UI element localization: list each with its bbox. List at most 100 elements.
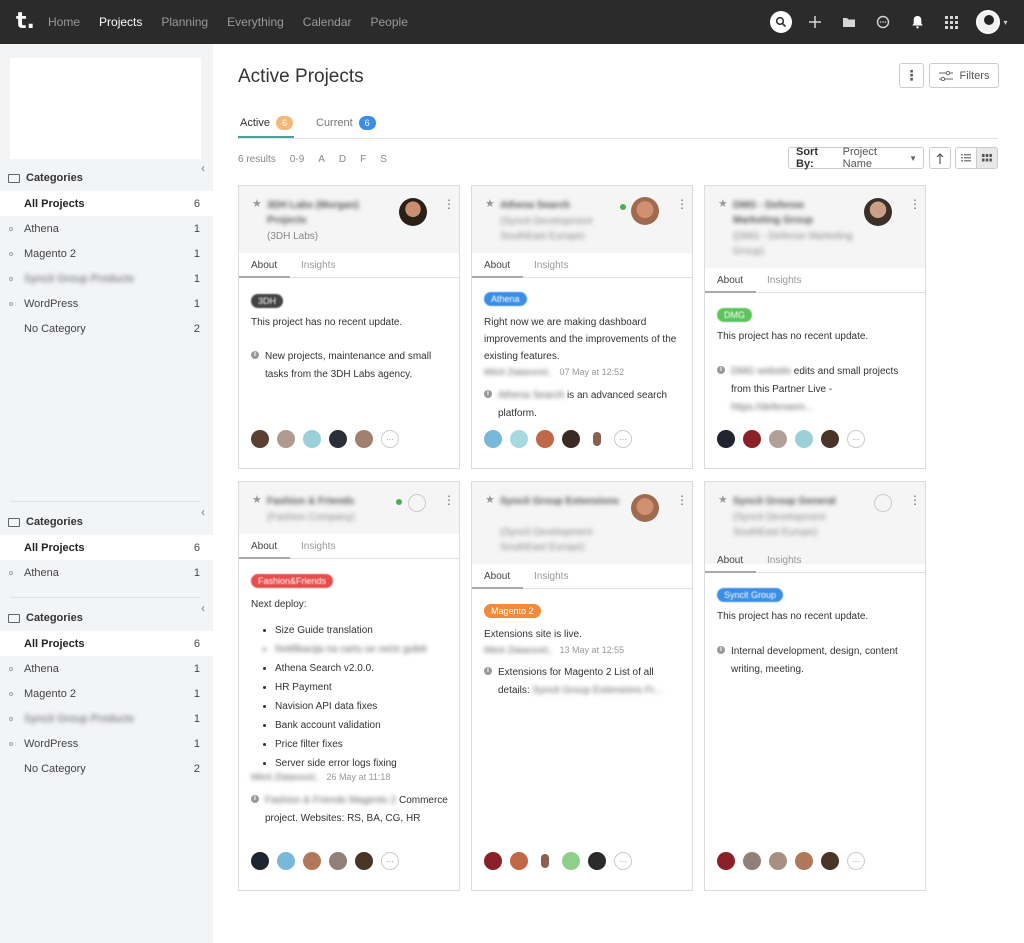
category-wordpress[interactable]: WordPress 1 bbox=[0, 291, 213, 316]
category-all-projects[interactable]: All Projects 6 bbox=[0, 535, 213, 560]
category-syncit-group-products[interactable]: Syncit Group Products 1 bbox=[0, 266, 213, 291]
project-card-athena-search[interactable]: ★ Athena Search (Syncit Development Sout… bbox=[471, 185, 693, 469]
plus-icon[interactable] bbox=[804, 11, 826, 33]
card-tab-insights[interactable]: Insights bbox=[534, 260, 568, 271]
card-tab-about[interactable]: About bbox=[251, 260, 277, 271]
member-avatar[interactable] bbox=[562, 430, 580, 448]
category-athena[interactable]: Athena 1 bbox=[0, 656, 213, 681]
category-athena[interactable]: Athena 1 bbox=[0, 216, 213, 241]
member-avatar[interactable] bbox=[769, 852, 787, 870]
owner-avatar[interactable] bbox=[631, 197, 659, 225]
user-menu[interactable]: ▾ bbox=[974, 10, 1010, 34]
folder-icon[interactable] bbox=[838, 11, 860, 33]
category-all-projects[interactable]: All Projects 6 bbox=[0, 191, 213, 216]
member-avatar[interactable] bbox=[717, 430, 735, 448]
project-card-fashion-friends[interactable]: ★ Fashion & Friends (Fashion Company) ⋮ … bbox=[238, 481, 460, 891]
member-avatar[interactable] bbox=[510, 430, 528, 448]
nav-people[interactable]: People bbox=[371, 15, 408, 29]
collapse-chevron-icon[interactable]: ‹ bbox=[201, 601, 205, 615]
category-magento-2[interactable]: Magento 2 1 bbox=[0, 681, 213, 706]
member-avatar[interactable] bbox=[510, 852, 528, 870]
card-tab-about[interactable]: About bbox=[484, 571, 510, 582]
category-athena[interactable]: Athena 1 bbox=[0, 560, 213, 585]
card-title[interactable]: Fashion & Friends bbox=[267, 494, 387, 509]
card-title[interactable]: Athena Search bbox=[500, 198, 620, 213]
info-link[interactable]: Fashion & Friends Magento 2 bbox=[265, 795, 396, 806]
card-tab-insights[interactable]: Insights bbox=[767, 555, 801, 566]
more-members-button[interactable]: ··· bbox=[847, 852, 865, 870]
nav-everything[interactable]: Everything bbox=[227, 15, 284, 29]
more-members-button[interactable]: ··· bbox=[614, 430, 632, 448]
category-no-category[interactable]: No Category 2 bbox=[0, 316, 213, 341]
sort-direction-button[interactable] bbox=[929, 147, 951, 169]
info-url[interactable]: https://defensem... bbox=[731, 402, 813, 413]
card-menu-icon[interactable]: ⋮ bbox=[676, 494, 688, 506]
collapse-chevron-icon[interactable]: ‹ bbox=[201, 161, 205, 175]
member-avatar[interactable] bbox=[717, 852, 735, 870]
owner-avatar[interactable] bbox=[864, 198, 892, 226]
collapse-chevron-icon[interactable]: ‹ bbox=[201, 505, 205, 519]
card-tab-insights[interactable]: Insights bbox=[767, 275, 801, 286]
member-avatar[interactable] bbox=[536, 430, 554, 448]
member-avatar[interactable] bbox=[329, 430, 347, 448]
card-tab-insights[interactable]: Insights bbox=[301, 541, 335, 552]
category-tag[interactable]: Syncit Group bbox=[717, 588, 784, 602]
more-members-button[interactable]: ··· bbox=[847, 430, 865, 448]
card-title[interactable]: DMG - Defense Marketing Group bbox=[733, 198, 853, 228]
category-all-projects[interactable]: All Projects 6 bbox=[0, 631, 213, 656]
category-syncit-group-products[interactable]: Syncit Group Products 1 bbox=[0, 706, 213, 731]
member-avatar[interactable] bbox=[329, 852, 347, 870]
category-no-category[interactable]: No Category 2 bbox=[0, 756, 213, 781]
card-tab-insights[interactable]: Insights bbox=[534, 571, 568, 582]
nav-planning[interactable]: Planning bbox=[161, 15, 208, 29]
star-icon[interactable]: ★ bbox=[252, 197, 262, 210]
card-menu-icon[interactable]: ⋮ bbox=[909, 198, 921, 210]
member-avatar[interactable] bbox=[795, 430, 813, 448]
more-members-button[interactable]: ··· bbox=[381, 852, 399, 870]
project-card-3dh-labs[interactable]: ★ 3DH Labs (Morgan) Projects (3DH Labs) … bbox=[238, 185, 460, 469]
search-icon[interactable] bbox=[770, 11, 792, 33]
category-tag[interactable]: 3DH bbox=[251, 294, 284, 308]
card-menu-icon[interactable]: ⋮ bbox=[443, 494, 455, 506]
card-tab-about[interactable]: About bbox=[717, 555, 743, 566]
categories-header[interactable]: Categories ‹ bbox=[0, 505, 213, 535]
member-avatar[interactable] bbox=[277, 852, 295, 870]
member-avatar[interactable] bbox=[743, 852, 761, 870]
grid-view-button[interactable] bbox=[976, 147, 998, 169]
owner-avatar[interactable] bbox=[399, 198, 427, 226]
member-avatar[interactable] bbox=[484, 430, 502, 448]
member-avatar[interactable] bbox=[355, 852, 373, 870]
card-tab-about[interactable]: About bbox=[251, 541, 277, 552]
letter-filter-d[interactable]: D bbox=[339, 154, 346, 165]
chat-icon[interactable] bbox=[872, 11, 894, 33]
member-avatar[interactable] bbox=[588, 430, 606, 448]
card-title[interactable]: Syncit Group General bbox=[733, 494, 883, 509]
categories-header[interactable]: Categories ‹ bbox=[0, 161, 213, 191]
category-tag[interactable]: Magento 2 bbox=[484, 604, 541, 618]
member-avatar[interactable] bbox=[821, 430, 839, 448]
info-link[interactable]: DMG website bbox=[731, 366, 791, 377]
card-title[interactable]: 3DH Labs (Morgan) Projects bbox=[267, 198, 387, 228]
tab-current[interactable]: Current 6 bbox=[316, 116, 376, 130]
member-avatar[interactable] bbox=[303, 852, 321, 870]
more-members-button[interactable]: ··· bbox=[381, 430, 399, 448]
category-magento-2[interactable]: Magento 2 1 bbox=[0, 241, 213, 266]
category-tag[interactable]: DMG bbox=[717, 308, 752, 322]
owner-avatar[interactable] bbox=[631, 494, 659, 522]
app-logo[interactable]: t. bbox=[16, 11, 35, 33]
more-members-button[interactable]: ··· bbox=[614, 852, 632, 870]
category-wordpress[interactable]: WordPress 1 bbox=[0, 731, 213, 756]
card-tab-about[interactable]: About bbox=[717, 275, 743, 286]
info-link[interactable]: Athena Search bbox=[498, 390, 564, 401]
star-icon[interactable]: ★ bbox=[718, 493, 728, 506]
sort-select[interactable]: Sort By: Project Name ▼ bbox=[788, 146, 924, 170]
categories-header[interactable]: Categories ‹ bbox=[0, 601, 213, 631]
card-menu-icon[interactable]: ⋮ bbox=[443, 198, 455, 210]
member-avatar[interactable] bbox=[769, 430, 787, 448]
letter-filter-a[interactable]: A bbox=[318, 154, 325, 165]
member-avatar[interactable] bbox=[251, 430, 269, 448]
star-icon[interactable]: ★ bbox=[718, 197, 728, 210]
category-tag[interactable]: Athena bbox=[484, 292, 527, 306]
star-icon[interactable]: ★ bbox=[485, 493, 495, 506]
member-avatar[interactable] bbox=[355, 430, 373, 448]
